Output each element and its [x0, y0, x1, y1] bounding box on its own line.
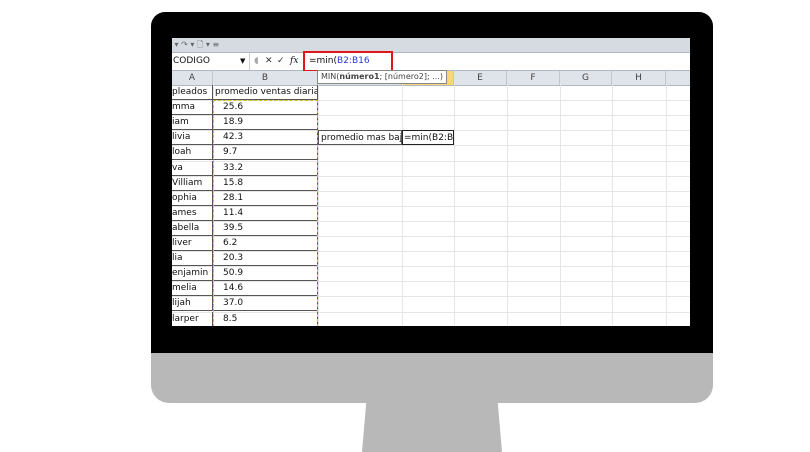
- print-preview-icon[interactable]: 🗋 ▾: [197, 40, 213, 49]
- cell-c4[interactable]: promedio mas bajo: [318, 130, 402, 146]
- column-header-e[interactable]: E: [454, 71, 507, 85]
- cancel-icon[interactable]: ✕: [265, 53, 273, 70]
- cell-employee-name[interactable]: melia: [172, 281, 213, 297]
- name-box[interactable]: CODIGO ▼: [172, 53, 250, 70]
- cell-employee-name[interactable]: mma: [172, 100, 213, 116]
- enter-icon[interactable]: ✓: [277, 53, 285, 70]
- cell-employee-name[interactable]: enjamin: [172, 266, 213, 282]
- cell-employee-name[interactable]: abella: [172, 220, 213, 236]
- cell-employee-name[interactable]: Villiam: [172, 175, 213, 191]
- cell-b1[interactable]: promedio ventas diarias: [213, 85, 318, 100]
- column-header-h[interactable]: H: [612, 71, 666, 85]
- cell-employee-name[interactable]: ames: [172, 205, 213, 221]
- cell-employee-name[interactable]: liver: [172, 236, 213, 251]
- excel-window: ▾ ↷ ▾ 🗋 ▾ ≡ CODIGO ▼ ◖ ✕ ✓ fx =min(B2:B16…: [172, 38, 690, 326]
- cell-a1[interactable]: pleados: [172, 85, 213, 100]
- copy-selection-marquee: [213, 100, 318, 326]
- chevron-down-icon[interactable]: ▼: [240, 53, 245, 70]
- undo-icon[interactable]: ▾: [172, 40, 181, 49]
- cell-employee-name[interactable]: iam: [172, 115, 213, 131]
- tooltip-fn: MIN(: [321, 72, 340, 81]
- redo-icon[interactable]: ↷ ▾: [181, 40, 197, 49]
- tooltip-rest: ; [número2]; ...): [379, 72, 443, 81]
- cell-employee-name[interactable]: larper: [172, 311, 213, 326]
- insert-function-icon[interactable]: fx: [290, 53, 298, 70]
- name-box-value: CODIGO: [173, 56, 211, 66]
- cell-employee-name[interactable]: ophia: [172, 190, 213, 206]
- cell-d4-editing[interactable]: =min(B2:B16: [402, 130, 454, 146]
- separator-icon: ◖: [254, 56, 259, 66]
- monitor-stand: [362, 403, 502, 452]
- column-header-g[interactable]: G: [560, 71, 612, 85]
- formula-bar: CODIGO ▼ ◖ ✕ ✓ fx =min(B2:B16: [172, 51, 690, 72]
- column-header-a[interactable]: A: [172, 71, 213, 85]
- function-tooltip: MIN(número1; [número2]; ...): [317, 70, 447, 84]
- cell-employee-name[interactable]: va: [172, 160, 213, 176]
- column-header-f[interactable]: F: [507, 71, 560, 85]
- cell-employee-name[interactable]: lia: [172, 251, 213, 267]
- cell-employee-name[interactable]: loah: [172, 145, 213, 161]
- customize-icon[interactable]: ≡: [212, 40, 219, 49]
- tooltip-arg: número1: [339, 72, 380, 81]
- cell-employee-name[interactable]: lijah: [172, 296, 213, 312]
- cell-employee-name[interactable]: livia: [172, 130, 213, 146]
- formula-input[interactable]: =min(B2:B16: [303, 51, 393, 72]
- column-header-b[interactable]: B: [213, 71, 318, 85]
- monitor-chin: [151, 353, 713, 403]
- quick-access-toolbar: ▾ ↷ ▾ 🗋 ▾ ≡: [172, 38, 690, 52]
- formula-text: =min(: [309, 56, 338, 66]
- formula-range-ref: B2:B16: [337, 56, 370, 66]
